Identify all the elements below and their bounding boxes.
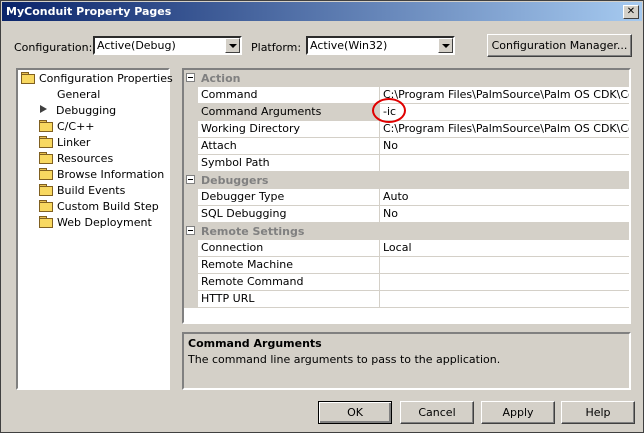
tree-item-label: Linker xyxy=(57,136,91,149)
title-bar: MyConduit Property Pages ✕ xyxy=(2,2,642,21)
platform-label: Platform: xyxy=(251,41,302,54)
property-value[interactable]: No xyxy=(380,206,629,223)
property-row-debugger-type[interactable]: Debugger Type Auto xyxy=(184,189,629,206)
property-name: Remote Command xyxy=(198,274,380,291)
tree-item-general[interactable]: General xyxy=(57,87,100,103)
tree-item-label: Resources xyxy=(57,152,114,165)
property-name: Command Arguments xyxy=(198,104,380,121)
property-row-attach[interactable]: Attach No xyxy=(184,138,629,155)
apply-button[interactable]: Apply xyxy=(481,401,555,424)
property-row-working-directory[interactable]: Working Directory C:\Program Files\PalmS… xyxy=(184,121,629,138)
window-title: MyConduit Property Pages xyxy=(6,5,172,18)
property-row-http-url[interactable]: HTTP URL xyxy=(184,291,629,308)
property-row-sql-debugging[interactable]: SQL Debugging No xyxy=(184,206,629,223)
tree-item-label: Custom Build Step xyxy=(57,200,159,213)
property-row-command-arguments[interactable]: Command Arguments -ic xyxy=(184,104,629,121)
property-value[interactable] xyxy=(380,274,629,291)
tree-item-label: Web Deployment xyxy=(57,216,152,229)
folder-icon xyxy=(39,120,53,132)
ok-button[interactable]: OK xyxy=(318,401,392,424)
property-name: HTTP URL xyxy=(198,291,380,308)
folder-icon xyxy=(39,184,53,196)
property-name: Symbol Path xyxy=(198,155,380,172)
chevron-down-icon[interactable] xyxy=(225,38,240,53)
property-row-remote-command[interactable]: Remote Command xyxy=(184,274,629,291)
property-value[interactable]: C:\Program Files\PalmSource\Palm OS CDK\… xyxy=(380,87,629,104)
tree-root[interactable]: Configuration Properties xyxy=(21,71,173,87)
property-name: Debugger Type xyxy=(198,189,380,206)
property-value[interactable]: -ic xyxy=(380,104,629,121)
help-button[interactable]: Help xyxy=(561,401,635,424)
tree-item-cpp[interactable]: C/C++ xyxy=(39,119,95,135)
category-label: Action xyxy=(198,70,629,87)
arrow-right-icon xyxy=(40,104,50,114)
property-name: Connection xyxy=(198,240,380,257)
description-title: Command Arguments xyxy=(188,337,322,350)
tree-item-web-deployment[interactable]: Web Deployment xyxy=(39,215,152,231)
cancel-button[interactable]: Cancel xyxy=(400,401,474,424)
tree-item-build-events[interactable]: Build Events xyxy=(39,183,125,199)
chevron-down-icon[interactable] xyxy=(438,38,453,53)
platform-value: Active(Win32) xyxy=(310,39,388,52)
property-pages-dialog: MyConduit Property Pages ✕ Configuration… xyxy=(0,0,644,433)
folder-icon xyxy=(39,216,53,228)
property-value[interactable]: C:\Program Files\PalmSource\Palm OS CDK\… xyxy=(380,121,629,138)
configuration-value: Active(Debug) xyxy=(97,39,176,52)
configuration-manager-button[interactable]: Configuration Manager... xyxy=(487,34,632,57)
property-grid[interactable]: Action Command C:\Program Files\PalmSour… xyxy=(182,68,631,324)
property-value[interactable]: Local xyxy=(380,240,629,257)
category-label: Debuggers xyxy=(198,172,629,189)
tree-item-resources[interactable]: Resources xyxy=(39,151,113,167)
property-name: Working Directory xyxy=(198,121,380,138)
platform-dropdown[interactable]: Active(Win32) xyxy=(306,36,455,55)
close-icon[interactable]: ✕ xyxy=(623,5,639,19)
category-row-action[interactable]: Action xyxy=(184,70,629,87)
property-row-command[interactable]: Command C:\Program Files\PalmSource\Palm… xyxy=(184,87,629,104)
tree-item-linker[interactable]: Linker xyxy=(39,135,90,151)
configuration-label: Configuration: xyxy=(14,41,93,54)
folder-icon xyxy=(39,168,53,180)
property-row-remote-machine[interactable]: Remote Machine xyxy=(184,257,629,274)
property-name: Attach xyxy=(198,138,380,155)
tree-item-browse-information[interactable]: Browse Information xyxy=(39,167,164,183)
description-panel: Command Arguments The command line argum… xyxy=(182,332,631,390)
property-name: Remote Machine xyxy=(198,257,380,274)
annotation-circle xyxy=(372,98,406,123)
configuration-dropdown[interactable]: Active(Debug) xyxy=(93,36,242,55)
description-text: The command line arguments to pass to th… xyxy=(188,353,501,366)
property-value[interactable] xyxy=(380,155,629,172)
collapse-icon[interactable] xyxy=(186,226,195,235)
property-row-symbol-path[interactable]: Symbol Path xyxy=(184,155,629,172)
folder-icon xyxy=(21,72,35,84)
folder-icon xyxy=(39,152,53,164)
tree-item-label: Browse Information xyxy=(57,168,165,181)
collapse-icon[interactable] xyxy=(186,73,195,82)
folder-icon xyxy=(39,200,53,212)
category-row-debuggers[interactable]: Debuggers xyxy=(184,172,629,189)
category-tree[interactable]: Configuration Properties General Debuggi… xyxy=(16,68,173,390)
category-row-remote-settings[interactable]: Remote Settings xyxy=(184,223,629,240)
category-label: Remote Settings xyxy=(198,223,629,240)
property-row-connection[interactable]: Connection Local xyxy=(184,240,629,257)
folder-icon xyxy=(39,136,53,148)
property-name: Command xyxy=(198,87,380,104)
tree-item-label: Debugging xyxy=(56,104,117,117)
tree-item-custom-build-step[interactable]: Custom Build Step xyxy=(39,199,159,215)
tree-item-debugging[interactable]: Debugging xyxy=(40,103,116,119)
property-value[interactable]: No xyxy=(380,138,629,155)
property-value[interactable] xyxy=(380,291,629,308)
tree-item-label: C/C++ xyxy=(57,120,95,133)
property-name: SQL Debugging xyxy=(198,206,380,223)
property-value[interactable] xyxy=(380,257,629,274)
collapse-icon[interactable] xyxy=(186,175,195,184)
tree-item-label: Build Events xyxy=(57,184,126,197)
property-value[interactable]: Auto xyxy=(380,189,629,206)
tree-root-label: Configuration Properties xyxy=(39,72,173,85)
